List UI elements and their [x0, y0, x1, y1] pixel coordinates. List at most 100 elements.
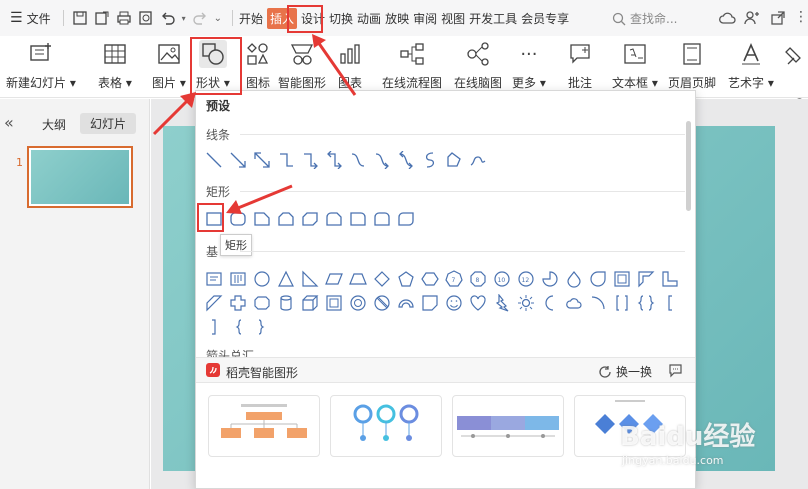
shape-moon[interactable]: [538, 291, 562, 315]
shape-double-bracket[interactable]: [610, 291, 634, 315]
tab-view[interactable]: 视图: [441, 10, 465, 27]
online-flowchart-button[interactable]: 在线流程图: [382, 40, 442, 91]
tab-transition[interactable]: 切换: [329, 10, 353, 27]
shape-dodecagon[interactable]: 12: [514, 267, 538, 291]
dropdown-scrollbar[interactable]: [686, 121, 691, 211]
undo-dropdown-icon[interactable]: ▾: [182, 14, 186, 23]
shape-arc[interactable]: [586, 291, 610, 315]
textbox-button[interactable]: 文本框 ▾: [612, 40, 658, 91]
share-icon[interactable]: [770, 10, 786, 26]
undo-icon[interactable]: [160, 10, 176, 26]
tab-member[interactable]: 会员专享: [521, 10, 569, 27]
shape-curved-connector[interactable]: [346, 148, 370, 172]
shape-button[interactable]: 形状 ▾: [196, 40, 230, 91]
more-menu-icon[interactable]: ⋮: [794, 9, 808, 25]
shape-pie[interactable]: [538, 267, 562, 291]
shape-folded-corner[interactable]: [418, 291, 442, 315]
shape-cube[interactable]: [298, 291, 322, 315]
chart-button[interactable]: 图表: [336, 40, 364, 91]
redo-icon[interactable]: [192, 10, 208, 26]
tab-developer[interactable]: 开发工具: [469, 10, 517, 27]
shape-diagonal-stripe[interactable]: [202, 291, 226, 315]
picture-button[interactable]: 图片 ▾: [152, 40, 186, 91]
shape-heptagon[interactable]: 7: [442, 267, 466, 291]
shape-sun[interactable]: [514, 291, 538, 315]
shape-freeform[interactable]: [442, 148, 466, 172]
shape-l-shape[interactable]: [658, 267, 682, 291]
shape-elbow-arrow[interactable]: [298, 148, 322, 172]
hamburger-icon[interactable]: ☰: [10, 10, 23, 26]
shape-can[interactable]: [274, 291, 298, 315]
shape-octagon[interactable]: 8: [466, 267, 490, 291]
print-icon[interactable]: [116, 10, 132, 26]
shape-vertical-textbox[interactable]: [226, 267, 250, 291]
new-slide-button[interactable]: 新建幻灯片 ▾: [6, 40, 76, 91]
shape-lightning-bolt[interactable]: [490, 291, 514, 315]
shape-line[interactable]: [202, 148, 226, 172]
shape-round-same-side-rect[interactable]: [370, 207, 394, 231]
shape-right-triangle[interactable]: [298, 267, 322, 291]
shape-textbox[interactable]: [202, 267, 226, 291]
shape-oval[interactable]: [250, 267, 274, 291]
shape-double-arrow-line[interactable]: [250, 148, 274, 172]
shape-diamond[interactable]: [370, 267, 394, 291]
search-box[interactable]: 查找命...: [612, 10, 677, 27]
shape-octagon-plate[interactable]: [250, 291, 274, 315]
tab-insert[interactable]: 插入: [267, 7, 298, 29]
shape-arrow-line[interactable]: [226, 148, 250, 172]
shape-round-single-corner-rect[interactable]: [346, 207, 370, 231]
tab-slideshow[interactable]: 放映: [385, 10, 409, 27]
shape-hexagon[interactable]: [418, 267, 442, 291]
shape-curve[interactable]: [418, 148, 442, 172]
shape-parallelogram[interactable]: [322, 267, 346, 291]
save-icon[interactable]: [72, 10, 88, 26]
more-button[interactable]: ··· 更多 ▾: [512, 40, 546, 91]
shape-triangle[interactable]: [274, 267, 298, 291]
tab-slides[interactable]: 幻灯片: [80, 113, 137, 134]
table-button[interactable]: 表格 ▾: [98, 40, 132, 91]
shape-double-brace[interactable]: [634, 291, 658, 315]
export-icon[interactable]: [94, 10, 110, 26]
shape-heart[interactable]: [466, 291, 490, 315]
header-footer-button[interactable]: 页眉页脚: [668, 40, 716, 91]
shape-trapezoid[interactable]: [346, 267, 370, 291]
shape-left-brace[interactable]: [226, 315, 250, 339]
customize-dropdown-icon[interactable]: ⌄: [214, 13, 222, 24]
collapse-panel-icon[interactable]: «: [4, 113, 14, 132]
feedback-icon[interactable]: [668, 363, 683, 378]
shape-snip-round-rect[interactable]: [322, 207, 346, 231]
print-preview-icon[interactable]: [138, 10, 154, 26]
shape-chord[interactable]: [586, 267, 610, 291]
tab-review[interactable]: 审阅: [413, 10, 437, 27]
shape-smiley-face[interactable]: [442, 291, 466, 315]
tab-design[interactable]: 设计: [301, 10, 325, 27]
shape-plus[interactable]: [226, 291, 250, 315]
tab-home[interactable]: 开始: [239, 10, 263, 27]
shape-donut[interactable]: [346, 291, 370, 315]
tab-outline[interactable]: 大纲: [42, 116, 66, 133]
comment-button[interactable]: 批注: [566, 40, 594, 91]
slide-thumbnail[interactable]: [27, 146, 133, 208]
shape-right-bracket[interactable]: [202, 315, 226, 339]
art-text-button[interactable]: 艺术字 ▾: [728, 40, 774, 91]
refresh-button[interactable]: 换一换: [598, 363, 652, 380]
shape-half-frame[interactable]: [634, 267, 658, 291]
shape-decagon[interactable]: 10: [490, 267, 514, 291]
smart-graphic-card[interactable]: [452, 395, 564, 457]
shape-frame[interactable]: [610, 267, 634, 291]
shape-right-brace[interactable]: [250, 315, 274, 339]
shape-no-symbol[interactable]: [370, 291, 394, 315]
icon-button[interactable]: 图标: [244, 40, 272, 91]
shape-curved-double-arrow[interactable]: [394, 148, 418, 172]
shape-cloud[interactable]: [562, 291, 586, 315]
collaborate-icon[interactable]: [744, 10, 760, 26]
shape-left-bracket[interactable]: [658, 291, 682, 315]
smart-graphic-card[interactable]: [208, 395, 320, 457]
cloud-sync-icon[interactable]: [718, 10, 736, 26]
symbol-icon[interactable]: [784, 44, 804, 66]
shape-bevel[interactable]: [322, 291, 346, 315]
smart-graphic-button[interactable]: 智能图形: [278, 40, 326, 91]
shape-teardrop[interactable]: [562, 267, 586, 291]
shape-curved-arrow[interactable]: [370, 148, 394, 172]
shape-snip-diagonal-rect[interactable]: [298, 207, 322, 231]
